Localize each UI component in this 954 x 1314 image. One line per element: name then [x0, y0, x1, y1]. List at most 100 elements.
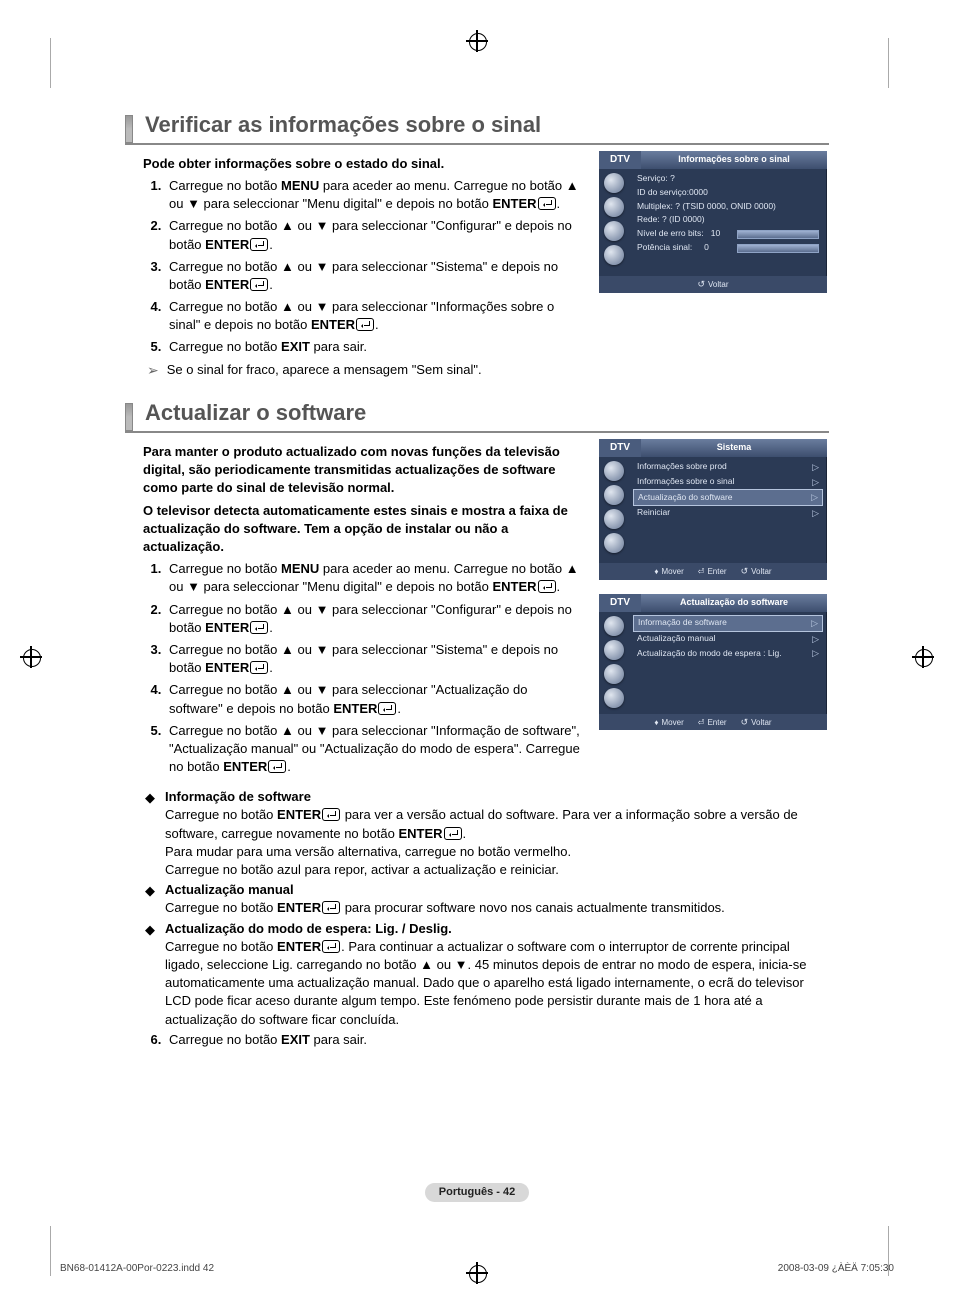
enter-icon: [268, 760, 286, 773]
bullet-item: ◆ Informação de software Carregue no bot…: [145, 788, 829, 879]
osd-side-icon: [604, 245, 624, 265]
label: Actualização do modo de espera : Lig.: [637, 648, 782, 660]
osd-footer-enter: ⏎Enter: [698, 716, 727, 729]
osd-body: Informação de software▷ Actualização man…: [599, 612, 827, 714]
label: Actualização do software: [638, 492, 733, 504]
bullet-body: Informação de software Carregue no botão…: [165, 788, 829, 879]
osd-menu-item-selected: Actualização do software ▷: [633, 489, 823, 506]
section-heading-software-update: Actualizar o software: [125, 398, 829, 433]
step-item: Carregue no botão MENU para aceder ao me…: [165, 177, 583, 213]
return-icon: ↺: [741, 565, 749, 578]
bullet-list: ◆ Informação de software Carregue no bot…: [125, 788, 829, 1028]
label: Voltar: [751, 717, 771, 728]
step-item: Carregue no botão ▲ ou ▼ para selecciona…: [165, 641, 583, 677]
osd-line: Serviço: ?: [633, 172, 823, 186]
intro-text: Pode obter informações sobre o estado do…: [143, 155, 583, 173]
step-item: Carregue no botão ▲ ou ▼ para selecciona…: [165, 298, 583, 334]
bullet-item: ◆ Actualização do modo de espera: Lig. /…: [145, 920, 829, 1029]
osd-side-icon: [604, 664, 624, 684]
osd-sidebar: [599, 169, 629, 276]
label: Enter: [707, 566, 726, 577]
osd-main: Serviço: ? ID do serviço:0000 Multiplex:…: [629, 169, 827, 276]
crop-mark: [50, 1226, 51, 1276]
enter-icon: [250, 278, 268, 291]
osd-footer-move: ♦Mover: [654, 716, 683, 729]
osd-column: DTV Sistema Informações sobre prod▷ Inf: [599, 439, 829, 780]
osd-tab: DTV: [599, 594, 641, 612]
chevron-right-icon: ▷: [811, 491, 818, 504]
heading-text: Actualizar o software: [145, 398, 366, 429]
note-arrow-icon: ➢: [147, 361, 159, 381]
osd-side-icon: [604, 616, 624, 636]
osd-system-menu: DTV Sistema Informações sobre prod▷ Inf: [599, 439, 827, 580]
label: Mover: [662, 717, 684, 728]
osd-side-icon: [604, 173, 624, 193]
osd-footer: ↺Voltar: [599, 276, 827, 293]
chevron-right-icon: ▷: [812, 507, 819, 520]
osd-main: Informações sobre prod▷ Informações sobr…: [629, 457, 827, 563]
enter-icon: [250, 238, 268, 251]
meta-timestamp: 2008-03-09 ¿ÀÈÄ 7:05:30: [778, 1262, 894, 1276]
step-item: Carregue no botão ▲ ou ▼ para selecciona…: [165, 217, 583, 253]
diamond-bullet-icon: ◆: [145, 921, 155, 1029]
enter-icon: [250, 661, 268, 674]
osd-header: DTV Actualização do software: [599, 594, 827, 612]
enter-icon: [378, 702, 396, 715]
section-body-2: Para manter o produto actualizado com no…: [125, 439, 829, 780]
osd-sidebar: [599, 612, 629, 714]
osd-column: DTV Informações sobre o sinal Serviço: ?: [599, 151, 829, 380]
osd-tab: DTV: [599, 151, 641, 169]
osd-header: DTV Sistema: [599, 439, 827, 457]
steps-list-1: Carregue no botão MENU para aceder ao me…: [143, 177, 583, 357]
page-footer: Português - 42: [0, 1182, 954, 1202]
label: Informações sobre prod: [637, 461, 727, 473]
label: Informações sobre o sinal: [637, 476, 734, 488]
osd-side-icon: [604, 533, 624, 553]
bullet-title: Actualização do modo de espera: Lig. / D…: [165, 920, 829, 938]
enter-icon: [322, 808, 340, 821]
osd-menu-item: Informações sobre prod▷: [633, 460, 823, 475]
step-item: Carregue no botão ▲ ou ▼ para selecciona…: [165, 722, 583, 777]
updown-icon: ♦: [654, 566, 658, 577]
intro-text: O televisor detecta automaticamente este…: [143, 502, 583, 557]
heading-bar-icon: [125, 403, 133, 431]
note-row: ➢ Se o sinal for fraco, aparece a mensag…: [147, 361, 583, 381]
osd-side-icon: [604, 688, 624, 708]
label: Voltar: [708, 279, 728, 290]
section-heading-signal-info: Verificar as informações sobre o sinal: [125, 110, 829, 145]
chevron-right-icon: ▷: [812, 476, 819, 489]
diamond-bullet-icon: ◆: [145, 789, 155, 879]
osd-title: Sistema: [641, 439, 827, 457]
progress-bar-icon: [737, 230, 819, 239]
osd-side-icon: [604, 461, 624, 481]
enter-icon: [444, 827, 462, 840]
label: Reiniciar: [637, 507, 670, 519]
label: Informação de software: [638, 617, 727, 629]
heading-text: Verificar as informações sobre o sinal: [145, 110, 541, 141]
return-icon: ↺: [741, 716, 749, 729]
crop-mark: [50, 38, 51, 88]
osd-side-icon: [604, 485, 624, 505]
osd-main: Informação de software▷ Actualização man…: [629, 612, 827, 714]
osd-software-update-menu: DTV Actualização do software Informação …: [599, 594, 827, 730]
osd-menu-item: Actualização do modo de espera : Lig.▷: [633, 646, 823, 661]
bullet-body: Actualização manual Carregue no botão EN…: [165, 881, 829, 917]
enter-icon: [538, 580, 556, 593]
chevron-right-icon: ▷: [812, 633, 819, 646]
osd-header: DTV Informações sobre o sinal: [599, 151, 827, 169]
osd-footer-return: ↺Voltar: [741, 565, 772, 578]
section-body-1: Pode obter informações sobre o estado do…: [125, 151, 829, 380]
osd-sidebar: [599, 457, 629, 563]
crop-mark: [888, 38, 889, 88]
registration-mark-icon: [466, 30, 488, 52]
osd-line: Multiplex: ? (TSID 0000, ONID 0000): [633, 200, 823, 214]
osd-side-icon: [604, 221, 624, 241]
step-item: Carregue no botão ▲ ou ▼ para selecciona…: [165, 601, 583, 637]
steps-list-2: Carregue no botão MENU para aceder ao me…: [143, 560, 583, 776]
osd-footer: ♦Mover ⏎Enter ↺Voltar: [599, 563, 827, 580]
page-number-pill: Português - 42: [425, 1183, 529, 1202]
osd-footer-enter: ⏎Enter: [698, 565, 727, 578]
enter-icon: [322, 940, 340, 953]
osd-side-icon: [604, 509, 624, 529]
step-item: Carregue no botão ▲ ou ▼ para selecciona…: [165, 681, 583, 717]
